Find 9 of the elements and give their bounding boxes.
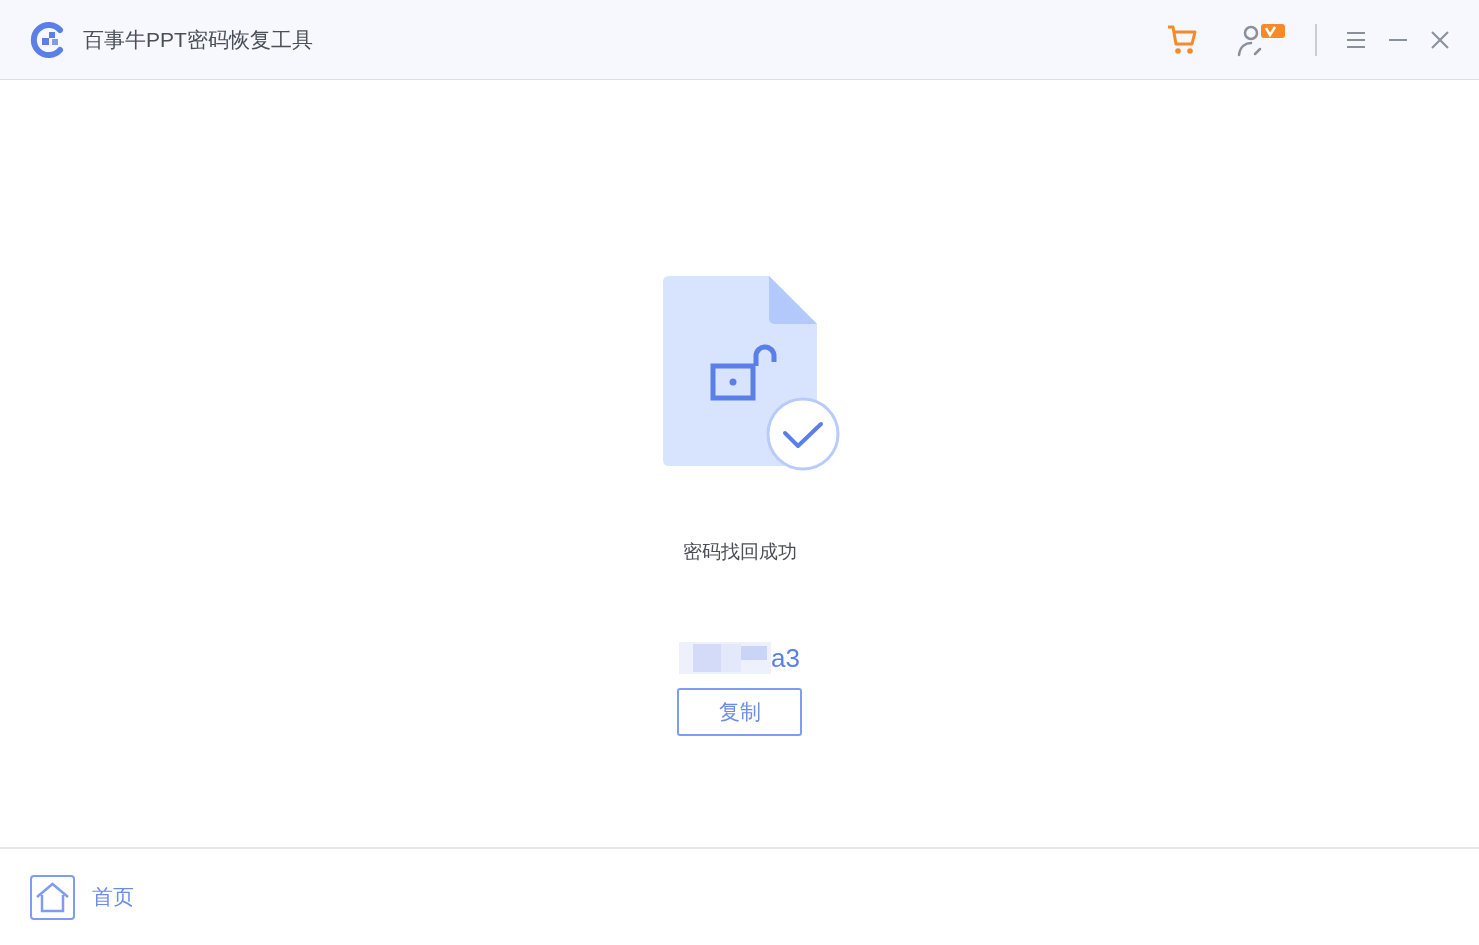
success-message: 密码找回成功 <box>682 540 797 564</box>
password-text: a3 <box>771 641 800 675</box>
window-title: 百事牛PPT密码恢复工具 <box>83 26 313 53</box>
user-badge-icon[interactable] <box>1235 21 1287 58</box>
close-icon[interactable] <box>1429 29 1451 50</box>
copy-button[interactable]: 复制 <box>677 687 802 736</box>
home-icon[interactable] <box>30 874 75 920</box>
home-link[interactable]: 首页 <box>92 881 134 913</box>
menu-icon[interactable] <box>1345 29 1367 50</box>
